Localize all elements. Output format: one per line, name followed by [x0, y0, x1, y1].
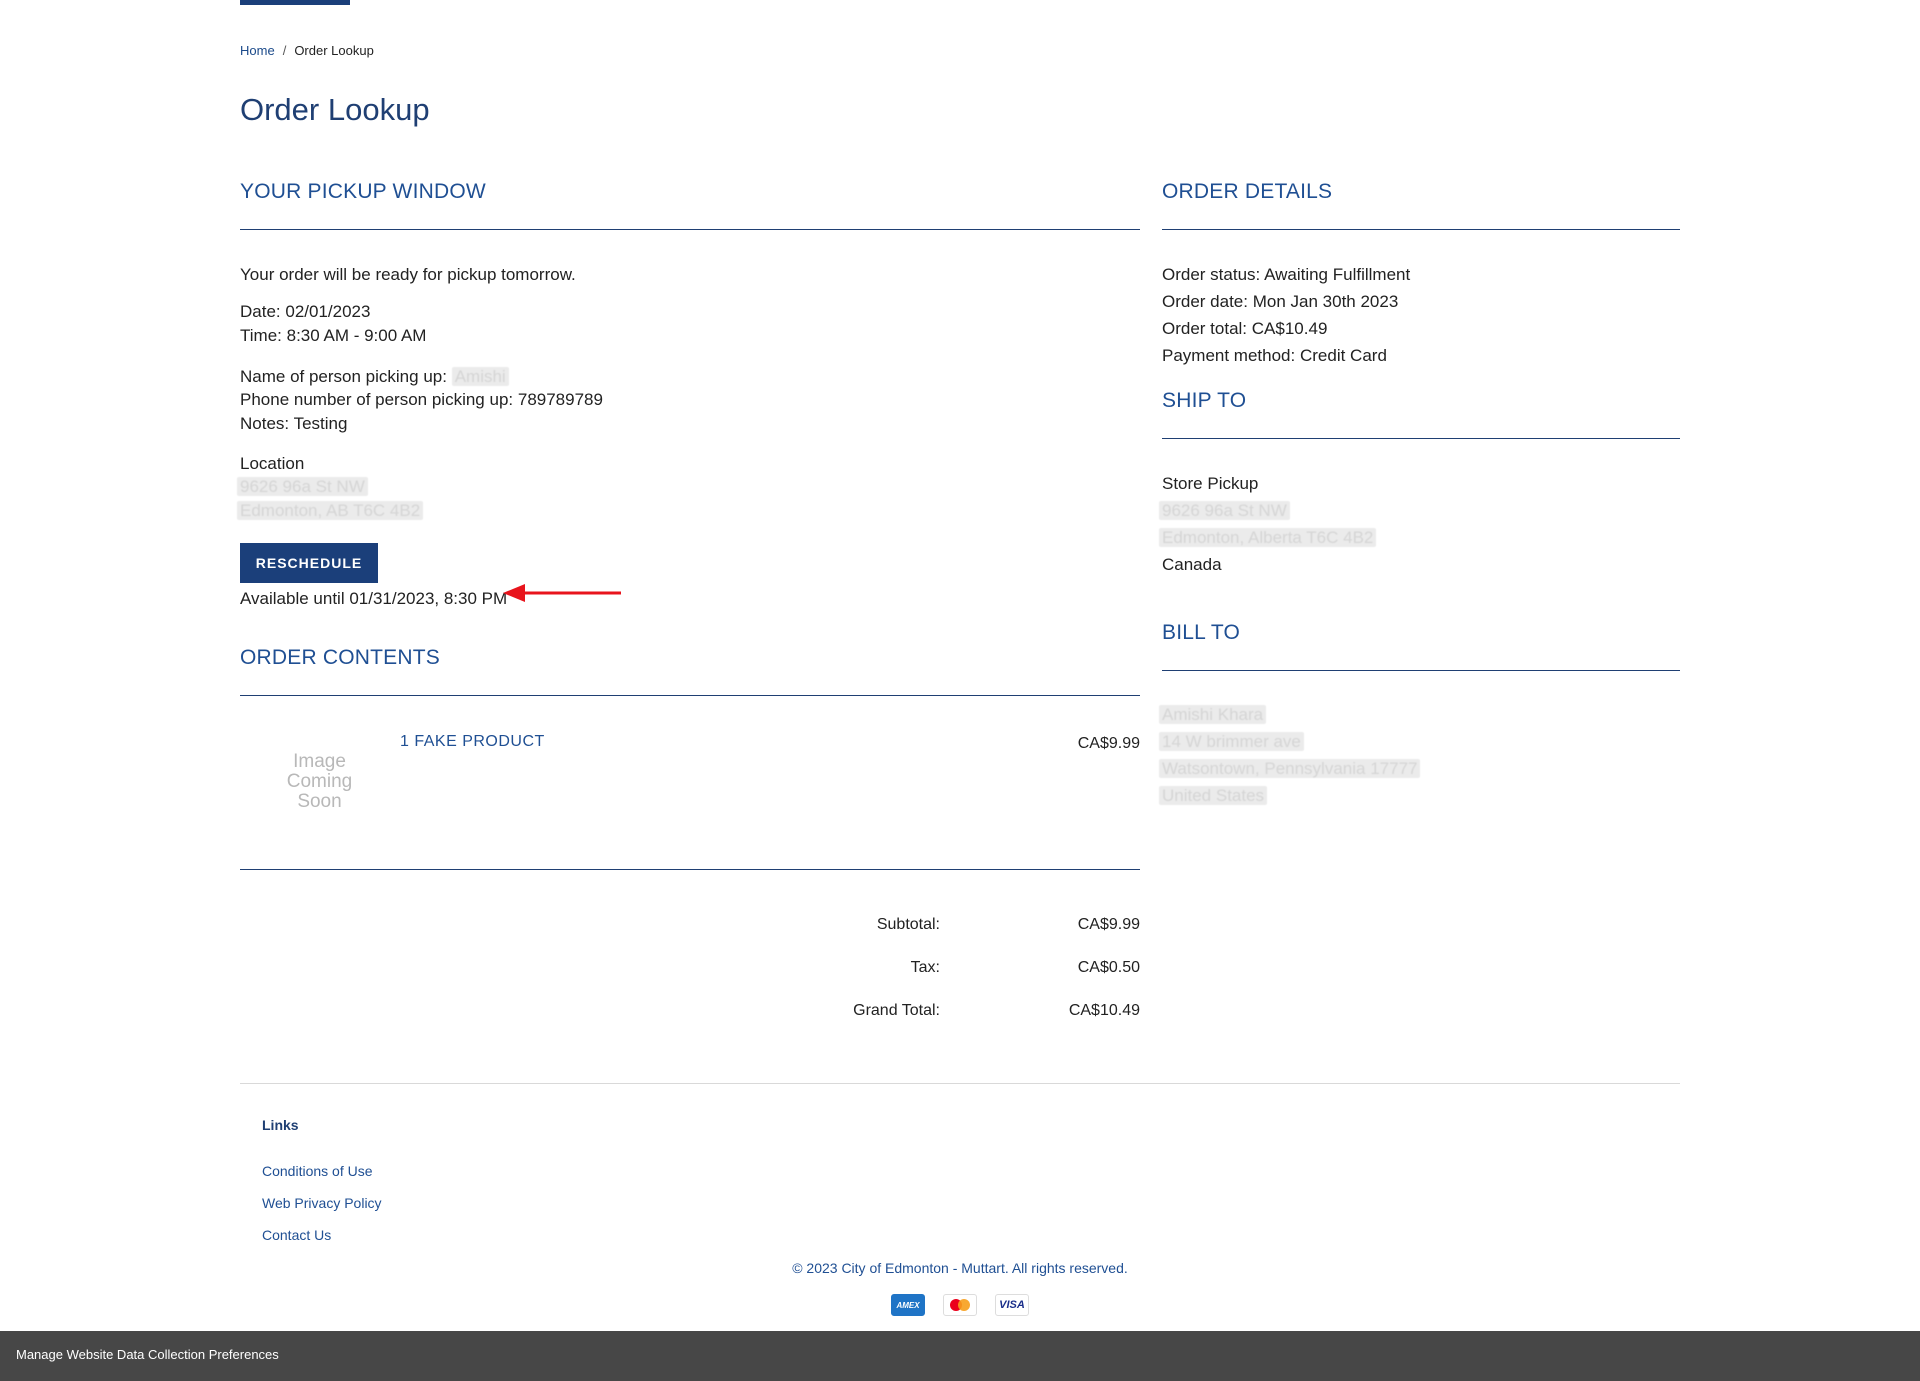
breadcrumb-separator: /: [282, 43, 287, 58]
order-contents-heading: ORDER CONTENTS: [240, 646, 440, 669]
grand-total-label: Grand Total:: [853, 1002, 940, 1019]
order-status-value: Awaiting Fulfillment: [1264, 265, 1411, 284]
mastercard-icon: [943, 1294, 977, 1316]
pickup-person-name-label: Name of person picking up:: [240, 367, 447, 386]
bill-to-line1: Amishi Khara: [1159, 705, 1267, 724]
page-title: Order Lookup: [240, 92, 430, 127]
payment-method-value: Credit Card: [1299, 346, 1387, 365]
amex-card-icon: AMEX: [891, 1294, 925, 1316]
ship-to-line2: 9626 96a St NW: [1159, 501, 1290, 520]
pickup-location-line2: Edmonton, AB T6C 4B2: [237, 501, 424, 520]
reschedule-button[interactable]: RESCHEDULE: [240, 543, 378, 583]
pickup-date-value: 02/01/2023: [285, 302, 371, 321]
footer-link-web-privacy-policy[interactable]: Web Privacy Policy: [262, 1195, 382, 1211]
breadcrumb-home-link[interactable]: Home: [240, 43, 275, 58]
ship-to-divider: [1162, 438, 1680, 439]
available-until-text: Available until 01/31/2023, 8:30 PM: [240, 589, 508, 608]
bill-to-divider: [1162, 670, 1680, 671]
order-details-divider: [1162, 229, 1680, 230]
product-image-placeholder: Image Coming Soon: [286, 751, 353, 812]
order-items-divider: [240, 869, 1140, 870]
order-total-label: Order total:: [1162, 319, 1248, 338]
copyright-text: © 2023 City of Edmonton - Muttart. All r…: [792, 1260, 1128, 1276]
pickup-person-phone: Phone number of person picking up: 78978…: [240, 391, 603, 408]
grand-total-value: CA$10.49: [1068, 1002, 1140, 1019]
pickup-time-value: 8:30 AM - 9:00 AM: [286, 326, 427, 345]
pickup-person-name-value: Amishi: [451, 367, 509, 386]
pickup-notes-value: Testing: [293, 414, 348, 433]
bill-to-line4: United States: [1159, 786, 1268, 805]
ship-to-line4: Canada: [1162, 555, 1222, 574]
red-arrow-annotation-icon: [503, 584, 621, 602]
order-status-label: Order status:: [1162, 265, 1261, 284]
tax-value: CA$0.50: [1077, 959, 1140, 976]
header-accent-bar: [240, 0, 350, 5]
pickup-person-phone-value: 789789789: [517, 390, 603, 409]
tax-label: Tax:: [910, 959, 940, 976]
pickup-time-label: Time:: [240, 326, 282, 345]
pickup-window-heading: YOUR PICKUP WINDOW: [240, 180, 486, 203]
subtotal-value: CA$9.99: [1077, 916, 1140, 933]
pickup-time: Time: 8:30 AM - 9:00 AM: [240, 327, 426, 344]
order-status: Order status: Awaiting Fulfillment: [1162, 266, 1410, 283]
pickup-ready-message: Your order will be ready for pickup tomo…: [240, 265, 576, 284]
product-name-link[interactable]: 1 FAKE PRODUCT: [400, 733, 545, 751]
cookie-preferences-bar[interactable]: Manage Website Data Collection Preferenc…: [0, 1331, 1920, 1381]
breadcrumb-current: Order Lookup: [294, 43, 374, 58]
visa-card-label: VISA: [999, 1299, 1025, 1311]
bill-to-line2: 14 W brimmer ave: [1159, 732, 1304, 751]
footer-divider: [240, 1083, 1680, 1084]
pickup-location-label: Location: [240, 454, 305, 473]
pickup-notes: Notes: Testing: [240, 415, 347, 432]
ship-to-line1: Store Pickup: [1162, 474, 1259, 493]
order-total-value: CA$10.49: [1251, 319, 1328, 338]
pickup-location-line1: 9626 96a St NW: [237, 477, 368, 496]
pickup-notes-label: Notes:: [240, 414, 290, 433]
order-total: Order total: CA$10.49: [1162, 320, 1327, 337]
breadcrumb: Home / Order Lookup: [240, 43, 374, 58]
cookie-preferences-link[interactable]: Manage Website Data Collection Preferenc…: [16, 1347, 279, 1362]
order-details-heading: ORDER DETAILS: [1162, 180, 1333, 203]
ship-to-line3: Edmonton, Alberta T6C 4B2: [1159, 528, 1377, 547]
order-date-label: Order date:: [1162, 292, 1248, 311]
bill-to-line3: Watsontown, Pennsylvania 17777: [1159, 759, 1421, 778]
footer-link-conditions-of-use[interactable]: Conditions of Use: [262, 1163, 373, 1179]
ship-to-heading: SHIP TO: [1162, 389, 1247, 412]
bill-to-heading: BILL TO: [1162, 621, 1241, 644]
visa-card-icon: VISA: [995, 1294, 1029, 1316]
pickup-window-divider: [240, 229, 1140, 230]
payment-method-label: Payment method:: [1162, 346, 1296, 365]
order-contents-divider: [240, 695, 1140, 696]
pickup-person-name: Name of person picking up: Amishi: [240, 367, 509, 386]
product-price: CA$9.99: [1077, 735, 1140, 752]
payment-method: Payment method: Credit Card: [1162, 347, 1387, 364]
amex-card-label: AMEX: [896, 1300, 920, 1310]
order-date-value: Mon Jan 30th 2023: [1252, 292, 1399, 311]
order-date: Order date: Mon Jan 30th 2023: [1162, 293, 1398, 310]
pickup-date-label: Date:: [240, 302, 281, 321]
footer-link-contact-us[interactable]: Contact Us: [262, 1227, 331, 1243]
footer-links-heading: Links: [262, 1117, 299, 1133]
subtotal-label: Subtotal:: [876, 916, 940, 933]
pickup-person-phone-label: Phone number of person picking up:: [240, 390, 514, 409]
pickup-date: Date: 02/01/2023: [240, 303, 370, 320]
